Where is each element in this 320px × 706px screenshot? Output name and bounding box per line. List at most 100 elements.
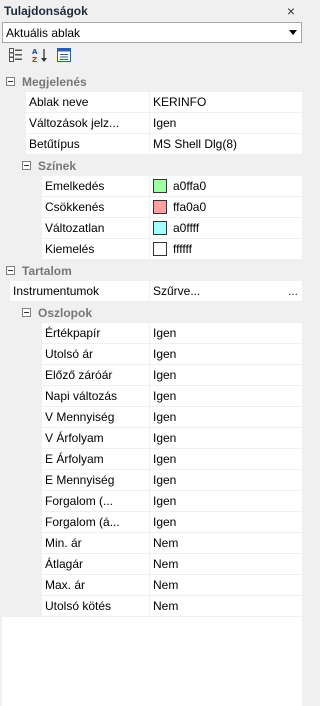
property-name: E Mennyiség bbox=[42, 470, 150, 490]
property-name: V Árfolyam bbox=[42, 428, 150, 448]
category-szinek[interactable]: Színek bbox=[2, 155, 302, 176]
properties-panel: Tulajdonságok × Aktuális ablak A Z Megje… bbox=[0, 0, 304, 706]
property-value[interactable]: Igen bbox=[150, 113, 302, 133]
color-swatch bbox=[153, 179, 167, 193]
column-property-row[interactable]: Min. ár Nem bbox=[2, 533, 302, 554]
column-property-row[interactable]: Napi változás Igen bbox=[2, 386, 302, 407]
property-row[interactable]: Változások jelz... Igen bbox=[2, 113, 302, 134]
property-value[interactable]: Igen bbox=[150, 449, 302, 469]
property-name: Forgalom (á... bbox=[42, 512, 150, 532]
column-property-row[interactable]: Előző záróár Igen bbox=[2, 365, 302, 386]
color-property-row[interactable]: Változatlan a0ffff bbox=[2, 218, 302, 239]
alphabetical-icon[interactable]: A Z bbox=[32, 47, 48, 63]
collapse-icon[interactable] bbox=[22, 308, 31, 317]
property-value[interactable]: Igen bbox=[150, 407, 302, 427]
property-name: Max. ár bbox=[42, 575, 150, 595]
column-property-row[interactable]: Utolsó ár Igen bbox=[2, 344, 302, 365]
color-value: a0ffa0 bbox=[173, 179, 207, 193]
column-property-row[interactable]: E Árfolyam Igen bbox=[2, 449, 302, 470]
property-value[interactable]: Igen bbox=[150, 344, 302, 364]
column-property-row[interactable]: Forgalom (... Igen bbox=[2, 491, 302, 512]
property-name: Ablak neve bbox=[26, 92, 150, 112]
collapse-icon[interactable] bbox=[6, 77, 15, 86]
property-value[interactable]: Igen bbox=[150, 365, 302, 385]
property-value[interactable]: KERINFO bbox=[150, 92, 302, 112]
color-value: ffa0a0 bbox=[173, 200, 207, 214]
property-name: Betűtípus bbox=[26, 134, 150, 154]
svg-text:A: A bbox=[32, 48, 38, 56]
property-name: E Árfolyam bbox=[42, 449, 150, 469]
color-property-row[interactable]: Emelkedés a0ffa0 bbox=[2, 176, 302, 197]
column-property-row[interactable]: Utolsó kötés Nem bbox=[2, 596, 302, 617]
property-grid: Megjelenés Ablak neve KERINFO Változások… bbox=[2, 71, 302, 706]
property-value[interactable]: Igen bbox=[150, 386, 302, 406]
property-name: Utolsó ár bbox=[42, 344, 150, 364]
categorized-icon[interactable] bbox=[8, 47, 24, 63]
property-value[interactable]: ffffff bbox=[150, 239, 302, 259]
object-selector-value: Aktuális ablak bbox=[6, 25, 81, 40]
property-name: Átlagár bbox=[42, 554, 150, 574]
property-name: Változatlan bbox=[42, 218, 150, 238]
collapse-icon[interactable] bbox=[6, 266, 15, 275]
collapse-icon[interactable] bbox=[22, 161, 31, 170]
property-name: V Mennyiség bbox=[42, 407, 150, 427]
object-selector-dropdown[interactable]: Aktuális ablak bbox=[2, 22, 302, 43]
svg-text:Z: Z bbox=[32, 56, 37, 63]
column-property-row[interactable]: Átlagár Nem bbox=[2, 554, 302, 575]
property-value[interactable]: Nem bbox=[150, 533, 302, 553]
property-name: Instrumentumok bbox=[10, 281, 150, 301]
color-property-row[interactable]: Csökkenés ffa0a0 bbox=[2, 197, 302, 218]
property-row[interactable]: Ablak neve KERINFO bbox=[2, 92, 302, 113]
property-pages-icon[interactable] bbox=[56, 47, 72, 63]
color-value: a0ffff bbox=[173, 221, 200, 235]
close-icon[interactable]: × bbox=[284, 3, 298, 19]
browse-button[interactable]: ... bbox=[288, 284, 302, 298]
category-label: Tartalom bbox=[22, 263, 72, 278]
panel-titlebar: Tulajdonságok × bbox=[0, 0, 304, 22]
property-value[interactable]: Szűrve... ... bbox=[150, 281, 302, 301]
property-value[interactable]: Nem bbox=[150, 596, 302, 616]
column-property-row[interactable]: Forgalom (á... Igen bbox=[2, 512, 302, 533]
panel-title: Tulajdonságok bbox=[4, 4, 88, 18]
property-name: Kiemelés bbox=[42, 239, 150, 259]
property-value[interactable]: Igen bbox=[150, 512, 302, 532]
property-name: Csökkenés bbox=[42, 197, 150, 217]
property-toolbar: A Z bbox=[0, 43, 304, 67]
category-tartalom[interactable]: Tartalom bbox=[2, 260, 302, 281]
property-row[interactable]: Betűtípus MS Shell Dlg(8) bbox=[2, 134, 302, 155]
instrumentumok-value: Szűrve... bbox=[153, 284, 201, 298]
property-value[interactable]: Igen bbox=[150, 323, 302, 343]
property-name: Utolsó kötés bbox=[42, 596, 150, 616]
category-oszlopok[interactable]: Oszlopok bbox=[2, 302, 302, 323]
color-property-row[interactable]: Kiemelés ffffff bbox=[2, 239, 302, 260]
property-value[interactable]: Igen bbox=[150, 491, 302, 511]
column-property-row[interactable]: V Mennyiség Igen bbox=[2, 407, 302, 428]
property-row[interactable]: Instrumentumok Szűrve... ... bbox=[2, 281, 302, 302]
property-value[interactable]: Nem bbox=[150, 554, 302, 574]
property-name: Előző záróár bbox=[42, 365, 150, 385]
property-name: Napi változás bbox=[42, 386, 150, 406]
property-value[interactable]: a0ffff bbox=[150, 218, 302, 238]
color-swatch bbox=[153, 242, 167, 256]
property-value[interactable]: Nem bbox=[150, 575, 302, 595]
color-swatch bbox=[153, 221, 167, 235]
property-value[interactable]: MS Shell Dlg(8) bbox=[150, 134, 302, 154]
property-value[interactable]: ffa0a0 bbox=[150, 197, 302, 217]
column-property-row[interactable]: Értékpapír Igen bbox=[2, 323, 302, 344]
property-value[interactable]: a0ffa0 bbox=[150, 176, 302, 196]
category-label: Megjelenés bbox=[22, 74, 87, 89]
category-label: Színek bbox=[38, 158, 77, 173]
column-property-row[interactable]: E Mennyiség Igen bbox=[2, 470, 302, 491]
category-label: Oszlopok bbox=[38, 305, 93, 320]
property-name: Min. ár bbox=[42, 533, 150, 553]
color-swatch bbox=[153, 200, 167, 214]
category-megjelenes[interactable]: Megjelenés bbox=[2, 71, 302, 92]
property-name: Emelkedés bbox=[42, 176, 150, 196]
column-property-row[interactable]: Max. ár Nem bbox=[2, 575, 302, 596]
column-property-row[interactable]: V Árfolyam Igen bbox=[2, 428, 302, 449]
chevron-down-icon[interactable] bbox=[289, 30, 297, 35]
property-value[interactable]: Igen bbox=[150, 428, 302, 448]
color-value: ffffff bbox=[173, 242, 192, 256]
property-name: Változások jelz... bbox=[26, 113, 150, 133]
property-value[interactable]: Igen bbox=[150, 470, 302, 490]
